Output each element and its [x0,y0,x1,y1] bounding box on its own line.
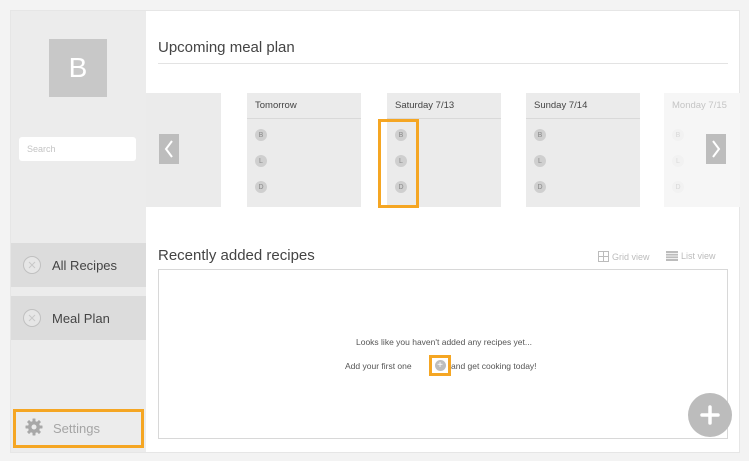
search-input[interactable] [19,137,136,161]
avatar[interactable]: B [49,39,107,97]
add-recipe-inline-button[interactable]: + [429,355,451,376]
dinner-slot[interactable]: D [672,181,684,193]
gear-icon [25,418,43,439]
day-card-tomorrow[interactable]: Tomorrow B L D [247,93,361,207]
day-card-sunday[interactable]: Sunday 7/14 B L D [526,93,640,207]
lunch-slot[interactable]: L [255,155,267,167]
day-card-title: Monday 7/15 [672,100,727,111]
list-icon [666,251,678,261]
dinner-slot[interactable]: D [255,181,267,193]
empty-state-prompt-end: and get cooking today! [451,361,537,371]
grid-view-button[interactable]: Grid view [598,251,650,262]
chevron-left-icon [164,140,173,158]
close-circle-icon [23,256,41,274]
breakfast-slot[interactable]: B [534,129,546,141]
settings-button[interactable]: Settings [13,409,144,448]
day-card-title: Sunday 7/14 [526,93,640,119]
chevron-right-icon [712,140,721,158]
app-window: B All Recipes Meal Plan [10,10,740,453]
sidebar-item-label: Meal Plan [52,310,110,326]
breakfast-slot[interactable]: B [255,129,267,141]
sidebar-item-label: All Recipes [52,257,118,273]
empty-state-prompt-start: Add your first one [345,361,412,371]
avatar-letter: B [68,52,88,83]
plus-icon [700,405,720,425]
sidebar-item-meal-plan[interactable]: Meal Plan [11,296,146,340]
lunch-slot[interactable]: L [534,155,546,167]
carousel-next-button[interactable] [706,134,726,164]
recipes-panel: Looks like you haven't added any recipes… [158,269,728,439]
day-card-previous [146,93,221,207]
breakfast-slot[interactable]: B [672,129,684,141]
empty-state-message: Looks like you haven't added any recipes… [356,337,532,347]
grid-view-label: Grid view [612,251,650,262]
day-card-title: Tomorrow [247,93,361,119]
main-content: Upcoming meal plan Tomorrow B L D Saturd… [146,11,740,452]
meal-plan-title: Upcoming meal plan [158,39,295,56]
list-view-button[interactable]: List view [666,251,716,261]
day-card-title: Saturday 7/13 [387,93,501,119]
plus-icon: + [434,360,446,371]
day-card-monday[interactable]: Monday 7/15 B L D [664,93,740,207]
lunch-slot[interactable]: L [672,155,684,167]
add-recipe-fab[interactable] [688,393,732,437]
divider [158,63,728,64]
list-view-label: List view [681,251,716,261]
recipes-title: Recently added recipes [158,247,315,264]
settings-label: Settings [53,421,100,436]
dinner-slot[interactable]: D [534,181,546,193]
sidebar-item-all-recipes[interactable]: All Recipes [11,243,146,287]
sidebar: B All Recipes Meal Plan [11,11,146,452]
carousel-prev-button[interactable] [159,134,179,164]
grid-icon [598,251,609,262]
close-circle-icon [23,309,41,327]
highlight-meal-slots [378,119,419,208]
